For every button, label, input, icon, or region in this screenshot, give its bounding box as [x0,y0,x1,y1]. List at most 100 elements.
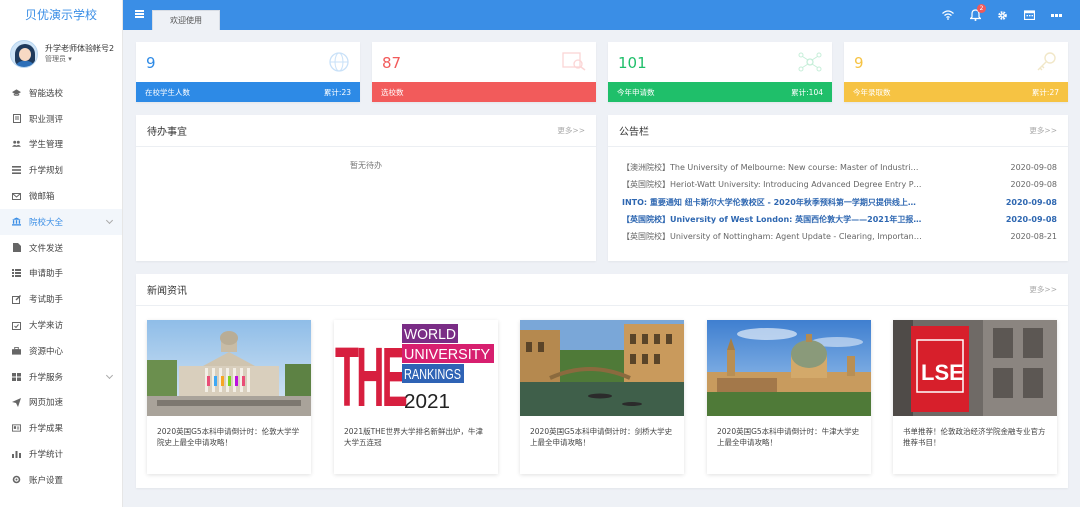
institution-icon [12,217,21,226]
user-name: 升学老师体验帐号2 [45,43,115,53]
search-doc-icon [562,51,586,74]
list-bullet-icon [12,269,21,278]
wifi-icon[interactable] [942,9,954,21]
todo-more-link[interactable]: 更多>> [557,125,585,136]
globe-icon [328,51,350,76]
news-card[interactable]: 2020英国G5本科申请倒计时：牛津大学史上最全申请攻略！ [707,320,871,474]
news-card[interactable]: LSE 书单推荐！伦敦政治经济学院金融专业官方推荐书目！ [893,320,1057,474]
menu-toggle-icon[interactable] [135,10,144,18]
network-icon [798,51,822,76]
clipboard-icon [12,114,21,124]
sidebar-item-mailbox[interactable]: 微邮箱 [0,183,122,209]
tab-welcome[interactable]: 欢迎使用 [152,10,220,30]
sidebar-item-smart-school[interactable]: 智能选校 [0,80,122,106]
notice-list: 【澳洲院校】The University of Melbourne: New c… [608,147,1068,245]
the-logo-line2: UNIVERSITY [404,346,490,363]
stat-bar: 今年申请数 累计:104 [608,82,832,102]
the-logo-line3: RANKINGS [404,366,461,383]
sidebar-item-institutions[interactable]: 院校大全 [0,208,122,235]
chevron-down-icon [105,371,114,379]
grid-icon [12,372,21,381]
news-caption: 书单推荐！伦敦政治经济学院金融专业官方推荐书目！ [903,427,1046,448]
briefcase-icon [12,346,21,355]
top-icons: 2 [942,0,1062,30]
the-logo-year: 2021 [404,391,450,413]
avatar[interactable] [10,40,38,68]
more-icon[interactable] [1050,9,1062,21]
news-image-ucl-building [147,320,311,416]
calendar-check-icon [12,321,21,330]
notice-item[interactable]: 【澳洲院校】The University of Melbourne: New c… [622,159,1057,176]
lse-mark: LSE [921,360,964,385]
stat-bar: 今年录取数 累计:27 [844,82,1068,102]
stat-card-admissions[interactable]: 9 今年录取数 累计:27 [844,42,1068,102]
stat-bar: 在校学生人数 累计:23 [136,82,360,102]
news-caption: 2020英国G5本科申请倒计时：牛津大学史上最全申请攻略！ [717,427,860,448]
news-image-oxford-skyline [707,320,871,416]
id-card-icon [12,424,21,433]
sidebar-item-student-mgmt[interactable]: 学生管理 [0,132,122,158]
sidebar: 贝优演示学校 升学老师体验帐号2 管理员 ▾ 智能选校 职业测评 学生管理 升学… [0,0,123,507]
stat-card-applications[interactable]: 101 今年申请数 累计:104 [608,42,832,102]
stat-bar: 选校数 [372,82,596,102]
key-icon [1036,51,1058,76]
envelope-icon [12,192,21,201]
news-caption: 2020英国G5本科申请倒计时：伦敦大学学院史上最全申请攻略！ [157,427,300,448]
notice-item[interactable]: INTO: 重要通知 纽卡斯尔大学伦敦校区 - 2020年秋季预科第一学期只提供… [622,194,1057,211]
notice-item[interactable]: 【英国院校】University of Nottingham: Agent Up… [622,228,1057,245]
sidebar-item-account-settings[interactable]: 账户设置 [0,467,122,493]
chevron-down-icon [105,216,114,225]
sidebar-item-results[interactable]: 升学成果 [0,415,122,441]
todo-title: 待办事宜 [147,127,187,138]
notice-item[interactable]: 【英国院校】University of West London: 英国西伦敦大学… [622,211,1057,228]
sidebar-item-exam-assistant[interactable]: 考试助手 [0,286,122,312]
todo-panel: 待办事宜 更多>> 暂无待办 [136,115,596,261]
news-panel: 新闻资讯 更多>> 2020英国G5本科申请倒计时：伦敦大学学院史上最全申请攻略… [136,274,1068,488]
news-card[interactable]: 2020英国G5本科申请倒计时：伦敦大学学院史上最全申请攻略！ [147,320,311,474]
sidebar-item-statistics[interactable]: 升学统计 [0,441,122,467]
users-icon [12,140,21,149]
news-card[interactable]: 2020英国G5本科申请倒计时：剑桥大学史上最全申请攻略！ [520,320,684,474]
notice-item[interactable]: 【英国院校】Heriot-Watt University: Introducin… [622,176,1057,193]
stat-value: 9 [854,54,864,72]
news-caption: 2020英国G5本科申请倒计时：剑桥大学史上最全申请攻略！ [530,427,673,448]
notice-panel: 公告栏 更多>> 【澳洲院校】The University of Melbour… [608,115,1068,261]
caret-down-icon: ▾ [68,54,72,63]
sidebar-item-file-send[interactable]: 文件发送 [0,235,122,261]
stat-value: 87 [382,54,402,72]
notice-more-link[interactable]: 更多>> [1029,125,1057,136]
stat-card-students[interactable]: 9 在校学生人数 累计:23 [136,42,360,102]
user-role-dropdown[interactable]: 管理员 ▾ [45,55,114,64]
top-bar: 欢迎使用 2 [123,0,1080,30]
paper-plane-icon [12,397,21,407]
the-logo-mark: THE [335,330,406,416]
user-profile[interactable]: 升学老师体验帐号2 管理员 ▾ [0,28,122,78]
sidebar-item-career-test[interactable]: 职业测评 [0,106,122,132]
sidebar-item-study-plan[interactable]: 升学规划 [0,157,122,183]
edit-icon [12,294,21,304]
file-icon [12,243,21,253]
sidebar-item-resource-center[interactable]: 资源中心 [0,338,122,364]
the-logo-line1: WORLD [404,326,456,343]
news-more-link[interactable]: 更多>> [1029,284,1057,295]
gear-icon [12,475,21,484]
sidebar-item-apply-assistant[interactable]: 申请助手 [0,261,122,287]
sidebar-item-web-acceleration[interactable]: 网页加速 [0,390,122,416]
todo-empty-text: 暂无待办 [350,161,382,170]
mortarboard-icon [12,88,21,97]
stat-card-schools[interactable]: 87 选校数 [372,42,596,102]
news-image-lse-sign: LSE [893,320,1057,416]
news-title: 新闻资讯 [147,286,187,297]
notification-badge: 2 [977,4,986,13]
gear-icon[interactable] [996,9,1008,21]
news-caption: 2021版THE世界大学排名新鲜出炉，牛津大学五连冠 [344,427,484,448]
list-icon [12,166,21,175]
bar-chart-icon [12,450,21,459]
sidebar-item-services[interactable]: 升学服务 [0,364,122,390]
school-logo[interactable]: 贝优演示学校 [0,0,122,28]
news-card[interactable]: THE WORLD UNIVERSITY RANKINGS 2021 2021版… [334,320,498,474]
bell-icon[interactable]: 2 [969,4,986,21]
calendar-icon[interactable] [1023,9,1035,21]
sidebar-item-university-visit[interactable]: 大学来访 [0,312,122,338]
notice-title: 公告栏 [619,127,649,138]
